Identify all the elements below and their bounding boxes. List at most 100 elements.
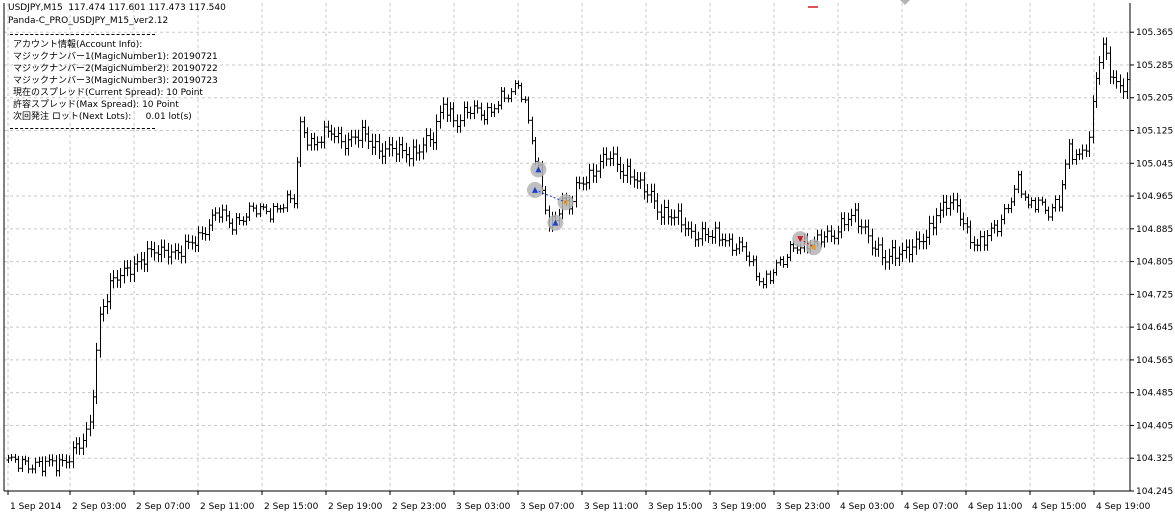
y-axis-labels: 105.365 105.285 105.205 105.125 105.045 104.9… (1130, 28, 1173, 497)
ohlc-bar (380, 143, 385, 165)
ohlc-bar (312, 132, 317, 151)
ohlc-bar (853, 203, 858, 223)
ohlc-bar (196, 226, 201, 252)
ohlc-bar (434, 114, 439, 150)
ohlc-bar (723, 233, 728, 247)
ohlc-bar (737, 236, 742, 255)
ohlc-bar (713, 221, 718, 244)
ohlc-bar (516, 80, 521, 89)
ohlc-bar (502, 87, 507, 103)
info-line-current-spread: 現在のスプレッド(Current Spread): 10 Point (13, 88, 203, 98)
ohlc-bar (54, 455, 59, 477)
ohlc-bar (1019, 170, 1024, 198)
ohlc-bar (203, 227, 208, 241)
ohlc-bar (373, 133, 378, 155)
trade-marker-buy[interactable] (547, 214, 564, 231)
ohlc-bar (655, 193, 660, 220)
ohlc-bar (696, 231, 701, 247)
x-tick-label: 3 Sep 19:00 (712, 502, 767, 512)
ohlc-bar (649, 183, 654, 203)
ohlc-bar (968, 220, 973, 250)
ohlc-bar (207, 219, 212, 241)
ohlc-bar (1097, 56, 1102, 85)
ohlc-bar (584, 176, 589, 191)
ohlc-bar (57, 454, 62, 477)
ohlc-bar (132, 256, 137, 283)
ohlc-bar (356, 129, 361, 148)
ohlc-bar (615, 146, 620, 172)
x-tick-label: 4 Sep 07:00 (904, 502, 959, 512)
ohlc-bar (543, 186, 548, 215)
ohlc-bar (377, 133, 382, 159)
ohlc-bar (156, 245, 161, 263)
ohlc-bar (383, 141, 388, 165)
ohlc-bar (1016, 170, 1021, 194)
ohlc-bar (594, 164, 599, 183)
ohlc-bar (890, 239, 895, 265)
ohlc-bar (618, 156, 623, 180)
ohlc-bar (60, 453, 65, 467)
ohlc-bar (931, 215, 936, 236)
ohlc-bar (349, 129, 354, 147)
ohlc-bar (1121, 78, 1126, 99)
ohlc-bar (914, 231, 919, 255)
info-panel-top-rule (10, 34, 155, 35)
ohlc-bar (234, 213, 239, 235)
ohlc-bar (370, 133, 375, 155)
ohlc-bar (628, 158, 633, 185)
ohlc-bar (264, 204, 269, 215)
ohlc-bar (880, 237, 885, 266)
ohlc-bar (220, 204, 225, 223)
ohlc-bar (417, 144, 422, 161)
ohlc-bar (1070, 138, 1075, 165)
ohlc-bar (91, 389, 96, 430)
ohlc-bar (683, 217, 688, 237)
ohlc-bar (587, 163, 592, 190)
ohlc-bar (118, 267, 123, 288)
top-marker-icons (808, 0, 910, 8)
ohlc-bar (1101, 37, 1106, 70)
x-tick-label: 4 Sep 03:00 (840, 502, 895, 512)
info-line-account: アカウント情報(Account Info): (13, 40, 143, 50)
ohlc-bar (230, 218, 235, 235)
ohlc-bar (822, 231, 827, 248)
ohlc-bar (978, 230, 983, 252)
ohlc-bar (43, 456, 48, 477)
ohlc-bar (179, 245, 184, 264)
y-tick-label: 105.045 (1136, 159, 1173, 169)
info-panel-bottom-rule (10, 128, 155, 129)
ohlc-bar (26, 456, 31, 474)
x-tick-label: 2 Sep 23:00 (392, 502, 447, 512)
y-tick-label: 104.805 (1136, 258, 1173, 268)
ohlc-bar (445, 97, 450, 123)
ohlc-bar (1050, 203, 1055, 221)
ohlc-bar (33, 457, 38, 474)
ohlc-bar (601, 147, 606, 169)
ohlc-bar (717, 221, 722, 247)
ohlc-bar (574, 176, 579, 208)
info-line-max-spread: 許容スプレッド(Max Spread): 10 Point (13, 100, 179, 110)
info-line-magic1: マジックナンバー1(MagicNumber1): 20190721 (13, 52, 218, 62)
ohlc-bar (84, 422, 89, 448)
ohlc-bar (645, 183, 650, 203)
ohlc-bar (751, 255, 756, 267)
y-tick-label: 104.885 (1136, 225, 1173, 235)
ohlc-bar (961, 212, 966, 231)
y-tick-label: 104.565 (1136, 356, 1173, 366)
ohlc-bar (145, 241, 150, 272)
ohlc-bar (77, 437, 82, 455)
ohlc-bar (94, 342, 99, 405)
ohlc-bar (768, 270, 773, 285)
trade-marker-buy[interactable] (530, 161, 547, 178)
ohlc-bar (1087, 131, 1092, 158)
x-tick-label: 1 Sep 2014 (10, 502, 62, 512)
ohlc-bar (907, 239, 912, 263)
ohlc-bar (870, 228, 875, 256)
ohlc-bar (411, 139, 416, 167)
ohlc-bar (394, 140, 399, 162)
ohlc-bar (887, 248, 892, 270)
ohlc-bar (479, 102, 484, 121)
ohlc-bar (227, 210, 232, 229)
ohlc-bar (941, 194, 946, 218)
ohlc-bar (496, 100, 501, 114)
